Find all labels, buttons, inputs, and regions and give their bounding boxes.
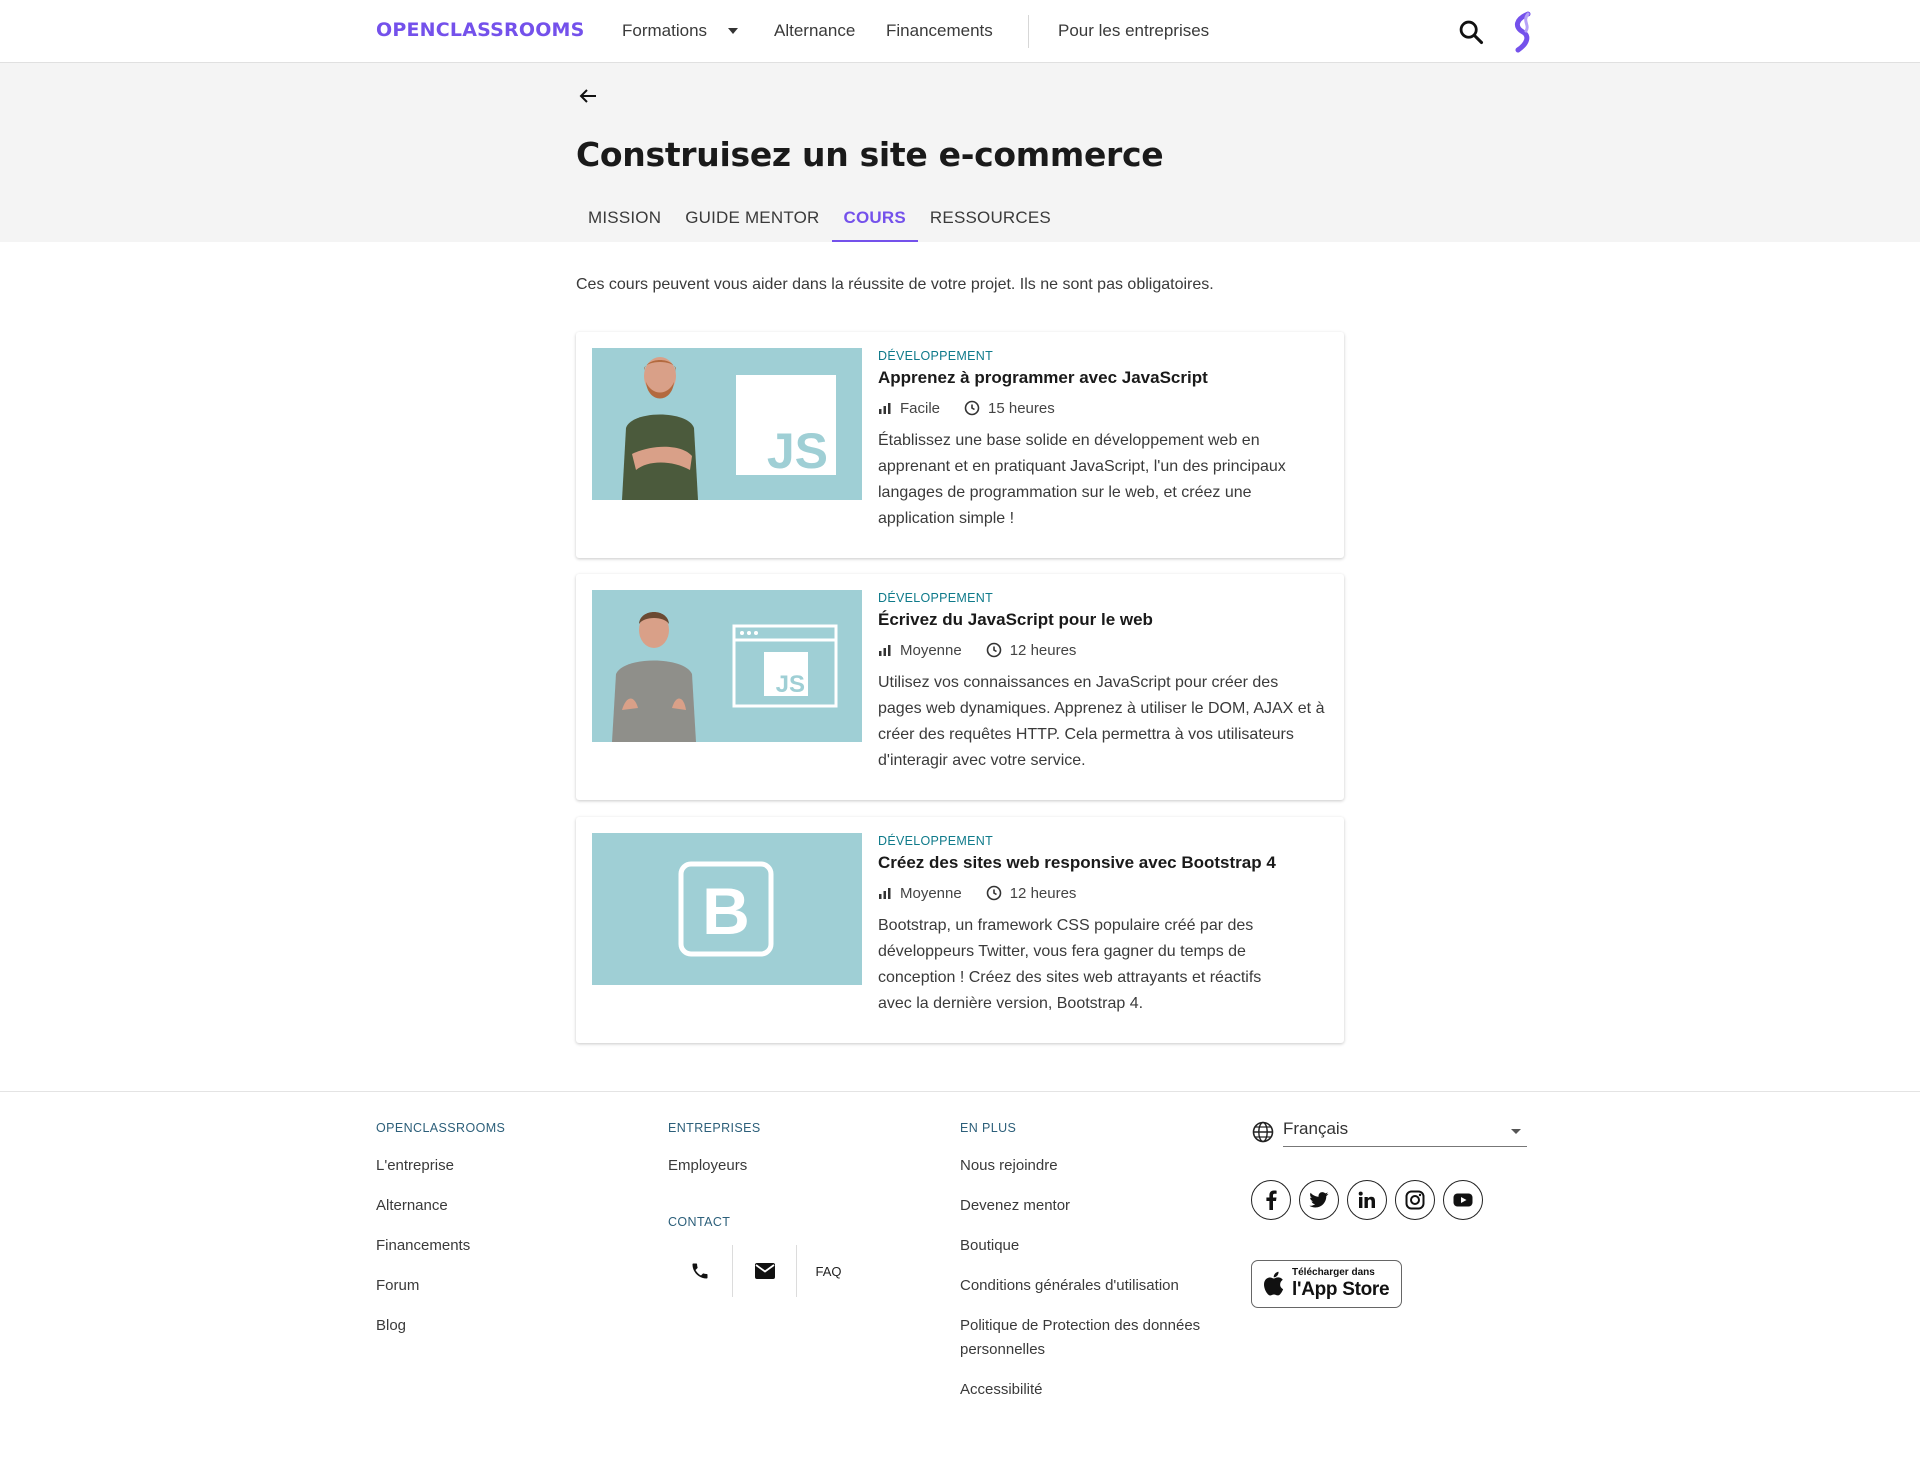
course-card[interactable]: JS DÉVELOPPEMENT Apprenez à programmer a… [576,332,1344,558]
level-bars-icon [879,403,891,414]
page-title: Construisez un site e-commerce [576,135,1164,174]
faq-label: FAQ [815,1263,842,1279]
thumbnail-js-label: JS [776,671,805,698]
app-store-small-text: Télécharger dans [1292,1267,1375,1278]
nav-pour-les-entreprises[interactable]: Pour les entreprises [1058,21,1209,41]
email-button[interactable] [732,1245,796,1297]
clock-icon [964,400,980,416]
footer-link-protection-donnees-line2[interactable]: personnelles [960,1341,1045,1358]
apple-icon [1264,1271,1284,1296]
arrow-back-icon[interactable] [576,84,600,108]
thumbnail-js-label: JS [767,423,828,479]
course-thumbnail: B [592,833,862,985]
footer-link-financements[interactable]: Financements [376,1237,470,1254]
clock-icon [986,642,1002,658]
language-value: Français [1283,1119,1349,1138]
level-bars-icon [879,888,891,899]
phone-button[interactable] [668,1245,732,1297]
youtube-icon[interactable] [1443,1180,1483,1220]
instagram-icon[interactable] [1395,1180,1435,1220]
footer-heading-openclassrooms: OPENCLASSROOMS [376,1121,506,1135]
tab-guide-mentor[interactable]: GUIDE MENTOR [673,198,831,242]
footer-link-blog[interactable]: Blog [376,1317,406,1334]
course-duration: 15 heures [988,399,1055,417]
course-card[interactable]: JS DÉVELOPPEMENT Écrivez du JavaScript p… [576,574,1344,800]
course-duration: 12 heures [1009,641,1077,659]
footer-link-accessibilite[interactable]: Accessibilité [960,1381,1043,1398]
intro-text: Ces cours peuvent vous aider dans la réu… [576,276,1214,293]
footer-heading-en-plus: EN PLUS [960,1121,1017,1135]
nav-alternance[interactable]: Alternance [774,21,855,41]
course-category: DÉVELOPPEMENT [878,591,994,605]
course-description: Établissez une base solide en développem… [878,432,1286,527]
tab-mission[interactable]: MISSION [576,198,673,242]
course-thumbnail: JS [592,348,862,500]
course-level: Moyenne [900,641,962,659]
contact-options: FAQ [668,1245,860,1297]
footer-link-forum[interactable]: Forum [376,1277,419,1294]
openclassrooms-logo[interactable]: OPENCLASSROOMS [376,19,585,41]
footer-link-entreprise[interactable]: L'entreprise [376,1157,454,1174]
app-store-badge[interactable]: Télécharger dans l'App Store [1251,1260,1402,1308]
twitter-icon[interactable] [1299,1180,1339,1220]
tab-ressources[interactable]: RESSOURCES [918,198,1063,242]
top-navigation: OPENCLASSROOMS Formations Alternance Fin… [0,0,1920,63]
search-icon[interactable] [1457,18,1485,46]
course-category: DÉVELOPPEMENT [878,349,994,363]
chevron-down-icon[interactable] [728,28,738,34]
course-duration: 12 heures [1009,884,1077,902]
tab-bar: MISSION GUIDE MENTOR COURS RESSOURCES [576,198,1063,242]
footer-link-employeurs[interactable]: Employeurs [668,1157,747,1174]
nav-financements[interactable]: Financements [886,21,993,41]
thumbnail-bootstrap-label: B [702,874,750,948]
language-select[interactable]: Français [1283,1117,1527,1147]
nav-formations[interactable]: Formations [622,21,707,41]
phone-icon [692,1263,708,1279]
faq-button[interactable]: FAQ [796,1245,860,1297]
course-title[interactable]: Apprenez à programmer avec JavaScript [878,368,1326,388]
course-description: Utilisez vos connaissances en JavaScript… [878,674,1325,769]
course-thumbnail: JS [592,590,862,742]
dropdown-caret-icon [1511,1129,1521,1134]
footer-link-nous-rejoindre[interactable]: Nous rejoindre [960,1157,1058,1174]
course-card[interactable]: B DÉVELOPPEMENT Créez des sites web resp… [576,817,1344,1043]
footer-link-boutique[interactable]: Boutique [960,1237,1019,1254]
course-description: Bootstrap, un framework CSS populaire cr… [878,917,1262,1012]
linkedin-icon[interactable] [1347,1180,1387,1220]
footer-link-alternance[interactable]: Alternance [376,1197,448,1214]
course-category: DÉVELOPPEMENT [878,834,994,848]
level-bars-icon [879,645,891,656]
footer-link-protection-donnees[interactable]: Politique de Protection des données [960,1317,1200,1334]
email-icon [754,1263,775,1279]
facebook-icon[interactable] [1251,1180,1291,1220]
footer-heading-entreprises: ENTREPRISES [668,1121,761,1135]
footer [0,1091,1920,1458]
globe-icon [1252,1121,1274,1143]
app-store-big-text: l'App Store [1292,1279,1390,1300]
footer-link-devenez-mentor[interactable]: Devenez mentor [960,1197,1070,1214]
footer-link-cgu[interactable]: Conditions générales d'utilisation [960,1277,1179,1294]
clock-icon [986,885,1002,901]
course-title[interactable]: Écrivez du JavaScript pour le web [878,610,1326,630]
nav-divider [1028,15,1029,48]
footer-heading-contact: CONTACT [668,1215,731,1229]
user-avatar-icon[interactable] [1510,11,1536,53]
course-level: Moyenne [900,884,962,902]
tab-cours[interactable]: COURS [831,198,918,242]
course-title[interactable]: Créez des sites web responsive avec Boot… [878,853,1326,873]
course-level: Facile [900,399,941,417]
